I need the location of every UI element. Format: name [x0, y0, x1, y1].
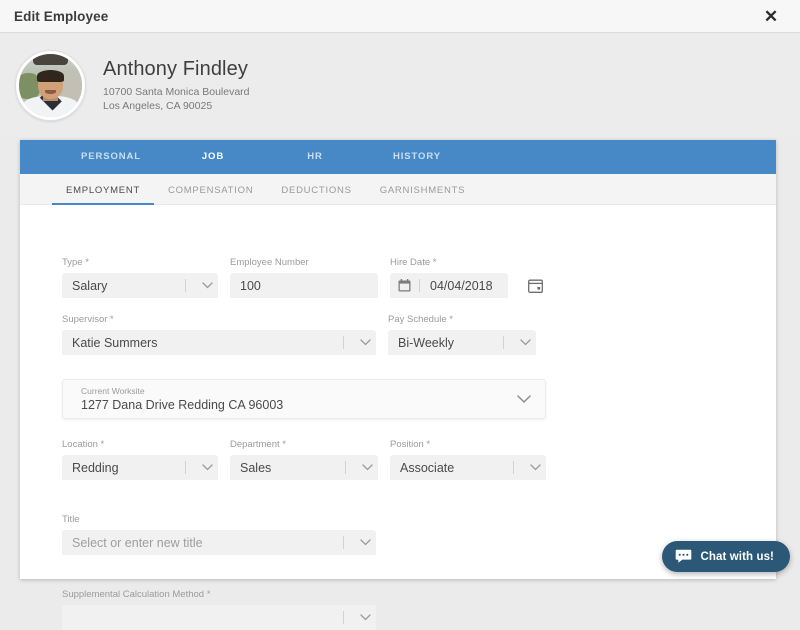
current-worksite-text: Current Worksite 1277 Dana Drive Redding… [81, 386, 517, 413]
chevron-down-icon [524, 464, 546, 471]
hire-date-value: 04/04/2018 [430, 279, 508, 293]
close-icon[interactable]: ✕ [760, 5, 782, 27]
department-field: Department * Sales [230, 439, 378, 480]
type-field: Type * Salary [62, 257, 218, 298]
subtab-garnishments[interactable]: GARNISHMENTS [366, 185, 480, 204]
divider [185, 279, 186, 292]
pay-schedule-label: Pay Schedule * [388, 314, 536, 326]
location-value: Redding [72, 461, 185, 475]
supplemental-calculation-method-select[interactable] [62, 605, 376, 630]
employee-address-line1: 10700 Santa Monica Boulevard [103, 85, 250, 99]
page-title: Edit Employee [14, 9, 108, 24]
location-label: Location * [62, 439, 218, 451]
pay-schedule-select[interactable]: Bi-Weekly [388, 330, 536, 355]
avatar [16, 51, 85, 120]
divider [185, 461, 186, 474]
subtab-employment[interactable]: EMPLOYMENT [52, 185, 154, 204]
chevron-down-icon [354, 339, 376, 346]
form-row-5: Supplemental Calculation Method * [62, 589, 776, 630]
type-value: Salary [72, 279, 185, 293]
position-select[interactable]: Associate [390, 455, 546, 480]
chat-with-us-label: Chat with us! [701, 551, 775, 563]
supplemental-calculation-method-field: Supplemental Calculation Method * [62, 589, 376, 630]
chevron-down-icon [356, 464, 378, 471]
employee-card: PERSONAL JOB HR HISTORY EMPLOYMENT COMPE… [20, 140, 776, 579]
employee-number-label: Employee Number [230, 257, 378, 269]
supervisor-select[interactable]: Katie Summers [62, 330, 376, 355]
chat-with-us-button[interactable]: Chat with us! [662, 541, 791, 572]
divider [345, 461, 346, 474]
employment-form: Type * Salary Employee Number 100 Hire D… [20, 205, 776, 579]
type-label: Type * [62, 257, 218, 269]
main-tab-bar: PERSONAL JOB HR HISTORY [20, 140, 776, 174]
tab-personal[interactable]: PERSONAL [60, 140, 162, 174]
current-worksite-panel[interactable]: Current Worksite 1277 Dana Drive Redding… [62, 379, 546, 419]
pay-schedule-value: Bi-Weekly [398, 336, 503, 350]
chevron-down-icon [354, 614, 376, 621]
current-worksite-label: Current Worksite [81, 386, 517, 397]
type-select[interactable]: Salary [62, 273, 218, 298]
supervisor-field: Supervisor * Katie Summers [62, 314, 376, 355]
title-select[interactable]: Select or enter new title [62, 530, 376, 555]
divider [343, 611, 344, 624]
employee-number-value: 100 [240, 279, 378, 293]
employee-name: Anthony Findley [103, 58, 250, 81]
employee-number-field: Employee Number 100 [230, 257, 378, 298]
tab-history[interactable]: HISTORY [366, 140, 468, 174]
department-select[interactable]: Sales [230, 455, 378, 480]
sub-tab-bar: EMPLOYMENT COMPENSATION DEDUCTIONS GARNI… [20, 174, 776, 205]
position-label: Position * [390, 439, 546, 451]
pay-schedule-field: Pay Schedule * Bi-Weekly [388, 314, 536, 355]
hire-date-label: Hire Date * [390, 257, 508, 269]
divider [503, 336, 504, 349]
form-row-1: Type * Salary Employee Number 100 Hire D… [62, 257, 776, 298]
employee-header: Anthony Findley 10700 Santa Monica Boule… [0, 34, 800, 137]
department-label: Department * [230, 439, 378, 451]
position-field: Position * Associate [390, 439, 546, 480]
tab-hr[interactable]: HR [264, 140, 366, 174]
chevron-down-icon [196, 464, 218, 471]
department-value: Sales [240, 461, 345, 475]
position-value: Associate [400, 461, 513, 475]
supervisor-value: Katie Summers [72, 336, 343, 350]
location-select[interactable]: Redding [62, 455, 218, 480]
hire-date-input[interactable]: 04/04/2018 [390, 273, 508, 298]
title-placeholder: Select or enter new title [72, 536, 343, 550]
calendar-icon [398, 279, 411, 292]
employee-meta: Anthony Findley 10700 Santa Monica Boule… [103, 58, 250, 113]
chevron-down-icon [196, 282, 218, 289]
title-field: Title Select or enter new title [62, 514, 376, 555]
chevron-down-icon[interactable] [517, 395, 531, 404]
supervisor-label: Supervisor * [62, 314, 376, 326]
divider [419, 279, 420, 292]
tab-job[interactable]: JOB [162, 140, 264, 174]
chat-bubble-icon [675, 549, 692, 564]
form-row-2: Supervisor * Katie Summers Pay Schedule … [62, 314, 776, 355]
modal-title-bar: Edit Employee ✕ [0, 0, 800, 33]
subtab-deductions[interactable]: DEDUCTIONS [267, 185, 365, 204]
title-label: Title [62, 514, 376, 526]
location-field: Location * Redding [62, 439, 218, 480]
employee-address-line2: Los Angeles, CA 90025 [103, 99, 250, 113]
chevron-down-icon [514, 339, 536, 346]
current-worksite-value: 1277 Dana Drive Redding CA 96003 [81, 398, 517, 413]
hire-date-field: Hire Date * 04/04/2018 [390, 257, 508, 298]
date-picker-icon[interactable] [522, 273, 548, 298]
divider [513, 461, 514, 474]
divider [343, 336, 344, 349]
employee-number-input[interactable]: 100 [230, 273, 378, 298]
divider [343, 536, 344, 549]
supplemental-calculation-method-label: Supplemental Calculation Method * [62, 589, 376, 601]
chevron-down-icon [354, 539, 376, 546]
form-row-3: Location * Redding Department * Sales [62, 439, 776, 480]
subtab-compensation[interactable]: COMPENSATION [154, 185, 267, 204]
